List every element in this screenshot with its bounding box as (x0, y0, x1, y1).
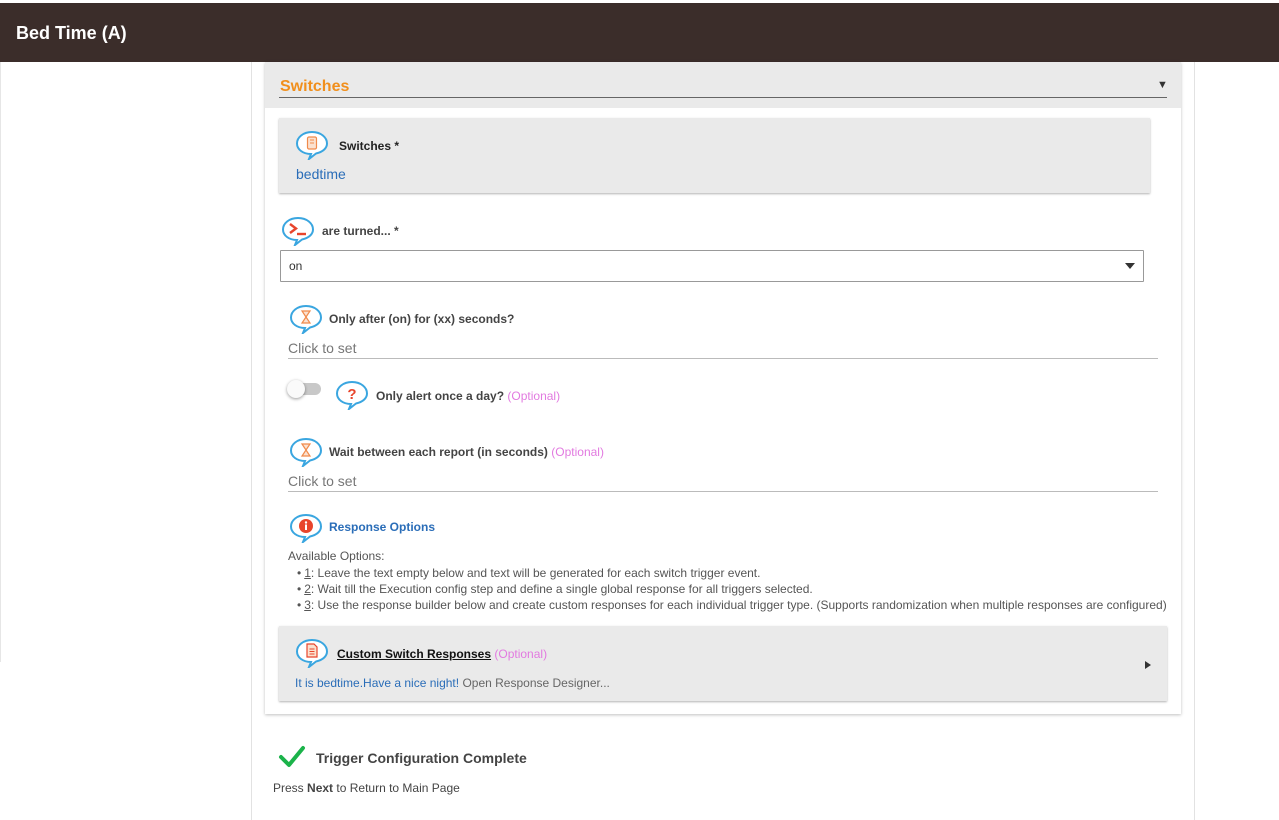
chevron-down-icon (1125, 263, 1135, 269)
caret-down-icon[interactable]: ▼ (1157, 79, 1168, 91)
custom-responses-card[interactable]: Custom Switch Responses (Optional) It is… (279, 626, 1167, 701)
press-next-instructions: Press Next to Return to Main Page (273, 781, 460, 795)
wait-input[interactable]: Click to set (288, 470, 1158, 492)
wait-label-text: Wait between each report (in seconds) (329, 445, 548, 459)
section-underline (279, 97, 1167, 98)
only-after-input[interactable]: Click to set (288, 337, 1158, 359)
turned-label: are turned... * (322, 224, 399, 238)
turned-select-value: on (289, 259, 303, 273)
response-options-title: Response Options (329, 520, 436, 534)
trigger-complete: Trigger Configuration Complete (278, 742, 678, 772)
left-divider (0, 62, 1, 662)
switches-section: Switches ▼ Switches * bedtime are turned… (265, 62, 1181, 714)
turned-select[interactable]: on (280, 250, 1144, 282)
content-border-right (1194, 62, 1195, 820)
document-icon (295, 638, 329, 668)
hourglass-icon (289, 304, 323, 334)
section-header[interactable]: Switches ▼ (265, 62, 1181, 108)
chevron-right-icon[interactable] (1145, 661, 1151, 669)
device-icon (295, 130, 329, 160)
switches-label: Switches * (339, 139, 400, 153)
alert-once-label-text: Only alert once a day? (376, 389, 505, 403)
page-title: Bed Time (A) (16, 23, 127, 43)
app-header: Bed Time (A) (0, 3, 1279, 62)
content-border-left (251, 62, 252, 820)
question-icon: ? (335, 380, 369, 410)
switches-device-input[interactable]: Switches * bedtime (279, 118, 1150, 193)
list-item: 3: Use the response builder below and cr… (297, 597, 1166, 613)
custom-responses-link[interactable]: Custom Switch Responses (337, 647, 491, 661)
alert-once-toggle[interactable] (287, 380, 321, 398)
switches-value: bedtime (296, 166, 346, 182)
info-icon (289, 513, 323, 543)
open-designer-link[interactable]: Open Response Designer... (462, 676, 609, 690)
wait-placeholder: Click to set (288, 473, 357, 489)
available-options-label: Available Options: (288, 549, 385, 563)
section-title: Switches (280, 78, 350, 95)
toggle-knob (287, 380, 305, 398)
alert-once-label: Only alert once a day? (Optional) (376, 389, 560, 403)
list-item: 1: Leave the text empty below and text w… (297, 565, 1167, 581)
wait-optional: (Optional) (551, 445, 604, 459)
wait-label: Wait between each report (in seconds) (O… (329, 445, 604, 459)
svg-text:?: ? (347, 386, 356, 403)
only-after-label: Only after (on) for (xx) seconds? (329, 312, 515, 326)
checkmark-icon (279, 746, 305, 767)
only-after-placeholder: Click to set (288, 340, 357, 356)
options-list: 1: Leave the text empty below and text w… (297, 565, 1167, 613)
alert-once-optional: (Optional) (507, 389, 561, 403)
custom-responses-optional: (Optional) (494, 647, 548, 661)
terminal-icon (281, 216, 315, 246)
trigger-complete-text: Trigger Configuration Complete (316, 750, 527, 766)
response-text: It is bedtime.Have a nice night! (295, 676, 460, 690)
custom-responses-title: Custom Switch Responses (Optional) (337, 647, 547, 661)
hourglass-icon (289, 437, 323, 467)
custom-responses-summary: It is bedtime.Have a nice night! Open Re… (295, 676, 610, 690)
list-item: 2: Wait till the Execution config step a… (297, 581, 1167, 597)
next-keyword: Next (307, 781, 334, 795)
